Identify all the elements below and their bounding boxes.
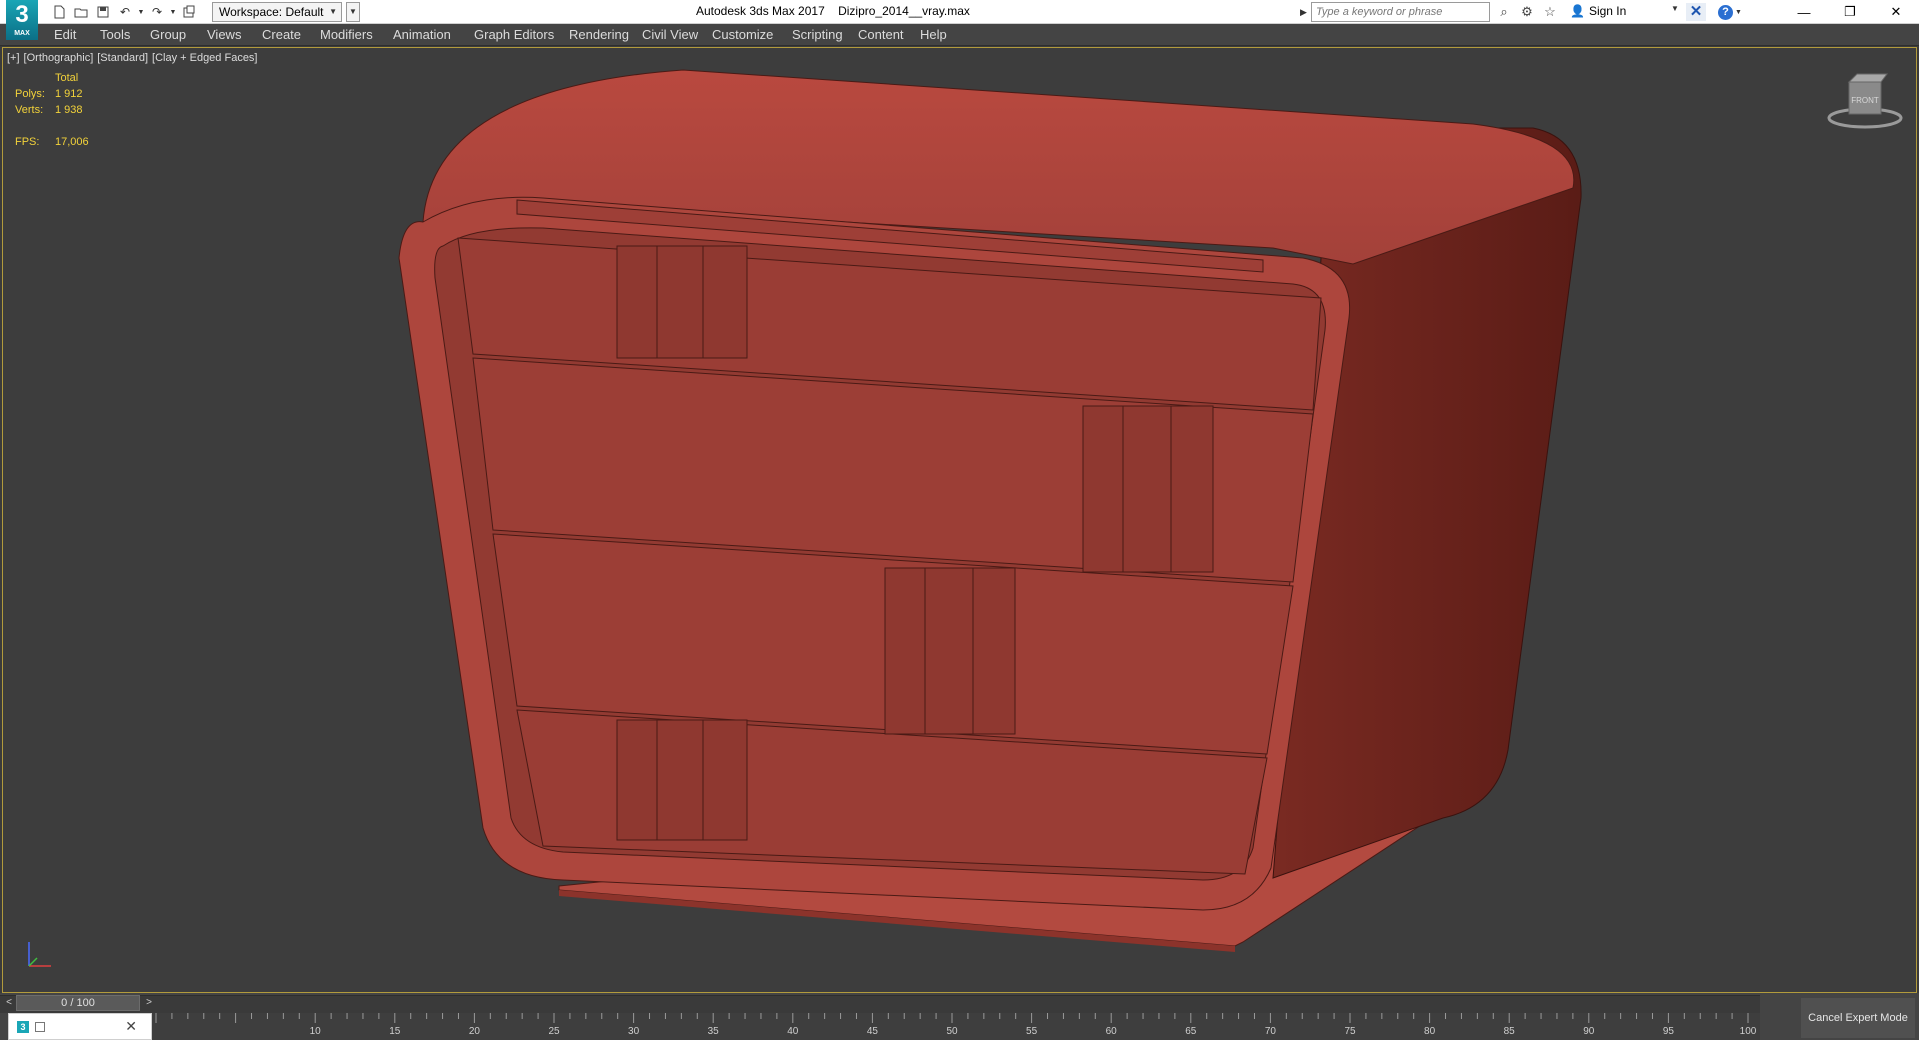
menu-views[interactable]: Views bbox=[207, 24, 241, 46]
track-tick-label: 20 bbox=[468, 1026, 480, 1037]
open-file-icon[interactable] bbox=[70, 3, 92, 21]
binoculars-icon[interactable]: ⌕ bbox=[1494, 3, 1514, 21]
viewcube-front-label: FRONT bbox=[1851, 96, 1879, 105]
close-mini-icon[interactable]: ✕ bbox=[125, 1018, 137, 1035]
track-tick-label: 70 bbox=[1264, 1026, 1276, 1037]
sign-in-button[interactable]: 👤 Sign In bbox=[1570, 4, 1626, 18]
workspace-dropdown[interactable]: Workspace: Default ▼ bbox=[212, 2, 342, 22]
dresser-model[interactable] bbox=[3, 48, 1917, 993]
redo-dropdown-icon[interactable]: ▼ bbox=[168, 3, 178, 21]
track-tick-label: 75 bbox=[1344, 1026, 1356, 1037]
viewcube[interactable]: FRONT bbox=[1825, 68, 1905, 134]
sign-in-dropdown-icon[interactable]: ▼ bbox=[1671, 4, 1679, 13]
menu-create[interactable]: Create bbox=[262, 24, 301, 46]
track-tick-label: 85 bbox=[1503, 1026, 1515, 1037]
app-mini-icon: 3 bbox=[17, 1020, 29, 1033]
track-tick-label: 95 bbox=[1662, 1026, 1674, 1037]
axis-tripod bbox=[28, 942, 51, 967]
track-tick-label: 25 bbox=[548, 1026, 560, 1037]
customize-quick-access-icon[interactable]: ▼ bbox=[346, 2, 360, 22]
menu-scripting[interactable]: Scripting bbox=[792, 24, 843, 46]
menu-group[interactable]: Group bbox=[150, 24, 186, 46]
track-tick-label: 100 bbox=[1739, 1026, 1757, 1037]
help-button[interactable]: ? ▼ bbox=[1718, 3, 1748, 21]
undo-icon[interactable]: ↶ bbox=[114, 3, 136, 21]
redo-icon[interactable]: ↷ bbox=[146, 3, 168, 21]
drawer-2-handle bbox=[1082, 405, 1214, 573]
menu-tools[interactable]: Tools bbox=[100, 24, 130, 46]
logo-subtext: MAX bbox=[14, 30, 30, 37]
workspace-label: Workspace: Default bbox=[219, 5, 324, 19]
time-slider-thumb[interactable]: 0 / 100 bbox=[16, 995, 140, 1011]
viewport-orthographic[interactable]: [+] [Orthographic] [Standard] [Clay + Ed… bbox=[2, 47, 1917, 993]
track-tick-label: 40 bbox=[787, 1026, 799, 1037]
restore-icon[interactable]: ❐ bbox=[1827, 0, 1873, 24]
menu-help[interactable]: Help bbox=[920, 24, 947, 46]
menu-animation[interactable]: Animation bbox=[393, 24, 451, 46]
favorites-star-icon[interactable]: ☆ bbox=[1540, 3, 1560, 21]
quick-access-toolbar: ↶ ▼ ↷ ▼ bbox=[48, 3, 200, 21]
track-tick-label: 35 bbox=[707, 1026, 719, 1037]
track-bar[interactable]: 10 15 20 25 30 35 40 45 50 55 60 65 70 75 80 85 90 95 100 bbox=[152, 1013, 1760, 1040]
drawer-1-handle bbox=[616, 245, 748, 359]
track-tick-label: 50 bbox=[946, 1026, 958, 1037]
title-bar: 3 MAX ↶ ▼ ↷ ▼ Workspace: Default ▼ ▼ Autod… bbox=[0, 0, 1919, 40]
menu-modifiers[interactable]: Modifiers bbox=[320, 24, 373, 46]
drawer-4-handle bbox=[616, 719, 748, 841]
help-dropdown-icon: ▼ bbox=[1735, 8, 1742, 16]
search-tools: ⌕ ⚙ ☆ bbox=[1494, 3, 1560, 21]
app-logo[interactable]: 3 MAX bbox=[6, 0, 38, 40]
cancel-expert-mode-button[interactable]: Cancel Expert Mode bbox=[1801, 998, 1915, 1038]
project-folder-icon[interactable] bbox=[178, 3, 200, 21]
track-tick-label: 90 bbox=[1583, 1026, 1595, 1037]
user-icon: 👤 bbox=[1570, 4, 1585, 18]
new-file-icon[interactable] bbox=[48, 3, 70, 21]
app-window: 3 MAX ↶ ▼ ↷ ▼ Workspace: Default ▼ ▼ Autod… bbox=[0, 0, 1919, 1040]
menu-civil-view[interactable]: Civil View bbox=[642, 24, 698, 46]
window-title: Autodesk 3ds Max 2017 Dizipro_2014__vray… bbox=[696, 4, 970, 18]
track-tick-label: 15 bbox=[389, 1026, 401, 1037]
track-tick-label: 60 bbox=[1105, 1026, 1117, 1037]
search-input[interactable]: Type a keyword or phrase bbox=[1311, 2, 1490, 22]
undo-dropdown-icon[interactable]: ▼ bbox=[136, 3, 146, 21]
track-tick-label: 80 bbox=[1424, 1026, 1436, 1037]
drawer-3-handle bbox=[884, 567, 1016, 735]
menu-graph-editors[interactable]: Graph Editors bbox=[474, 24, 554, 46]
track-tick-label: 45 bbox=[866, 1026, 878, 1037]
track-tick-label: 30 bbox=[628, 1026, 640, 1037]
chevron-down-icon: ▼ bbox=[329, 7, 337, 16]
minimized-window[interactable]: 3 ✕ bbox=[8, 1013, 152, 1040]
minimize-icon[interactable]: — bbox=[1781, 0, 1827, 24]
menu-bar: Edit Tools Group Views Create Modifiers … bbox=[0, 24, 1919, 46]
subscription-icon[interactable]: ⚙ bbox=[1517, 3, 1537, 21]
help-icon: ? bbox=[1718, 4, 1733, 20]
menu-content[interactable]: Content bbox=[858, 24, 904, 46]
menu-customize[interactable]: Customize bbox=[712, 24, 773, 46]
time-slider-track[interactable] bbox=[0, 995, 1760, 1013]
window-controls: — ❐ ✕ bbox=[1781, 0, 1919, 24]
sign-in-label: Sign In bbox=[1588, 4, 1627, 18]
restore-mini-icon[interactable] bbox=[35, 1021, 45, 1032]
menu-edit[interactable]: Edit bbox=[54, 24, 76, 46]
menu-rendering[interactable]: Rendering bbox=[569, 24, 629, 46]
time-slider-next[interactable]: > bbox=[142, 995, 156, 1011]
track-tick-label: 55 bbox=[1026, 1026, 1038, 1037]
track-tick-label: 10 bbox=[309, 1026, 321, 1037]
exchange-apps-icon[interactable]: ✕ bbox=[1686, 3, 1706, 21]
close-icon[interactable]: ✕ bbox=[1873, 0, 1919, 24]
logo-text: 3 bbox=[15, 1, 29, 28]
track-tick-label: 65 bbox=[1185, 1026, 1197, 1037]
time-slider-prev[interactable]: < bbox=[2, 995, 16, 1011]
save-file-icon[interactable] bbox=[92, 3, 114, 21]
time-slider-area: < 0 / 100 > 3 ✕ 10 15 20 25 30 35 40 45 50 55 60 65… bbox=[0, 993, 1919, 1040]
